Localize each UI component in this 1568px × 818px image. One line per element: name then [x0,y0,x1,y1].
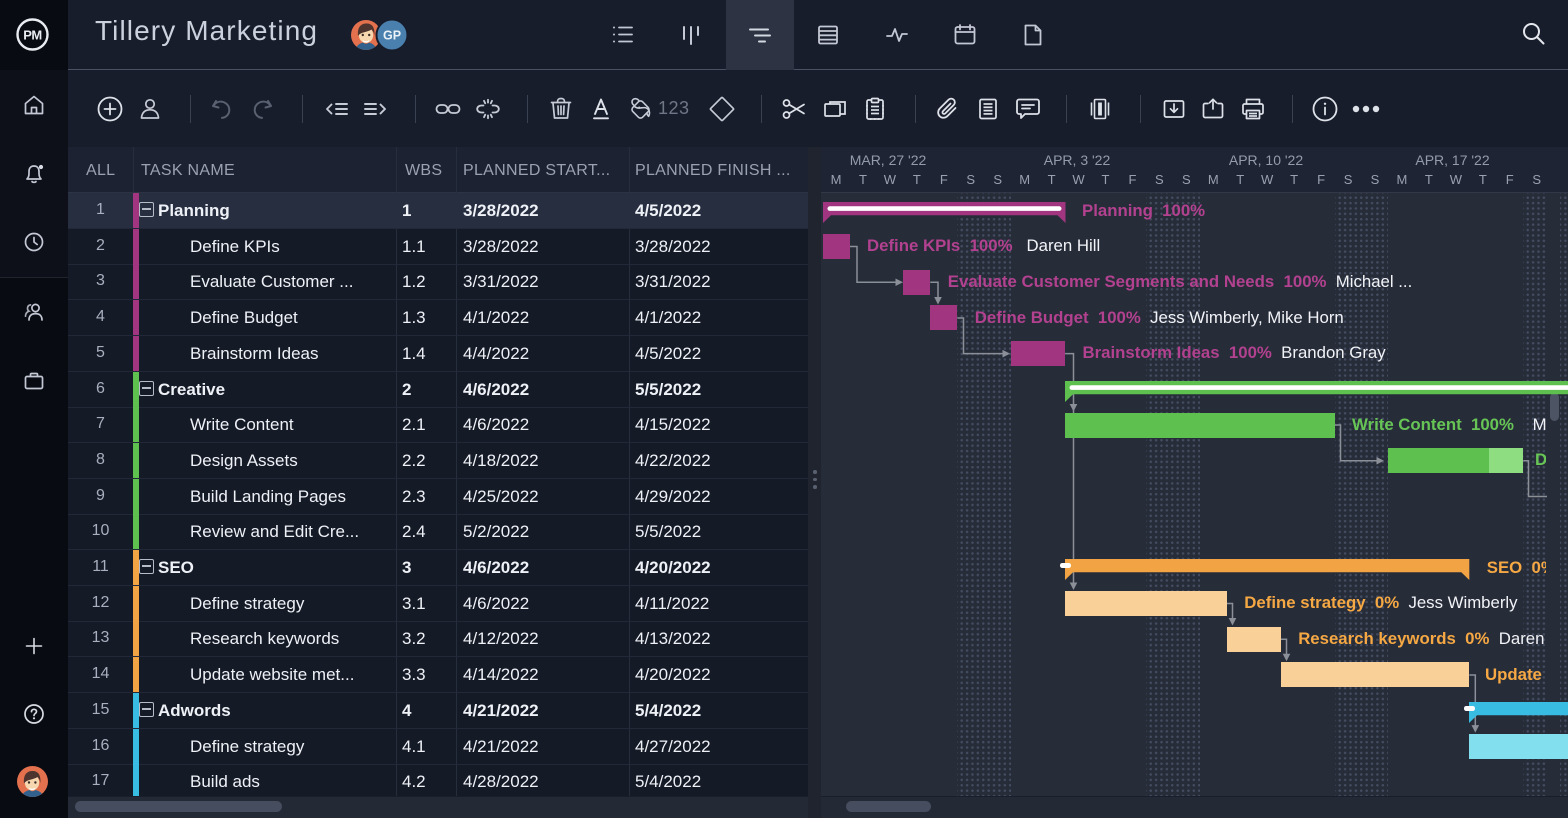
svg-text:PM: PM [23,27,42,42]
svg-text:GP: GP [383,29,401,43]
